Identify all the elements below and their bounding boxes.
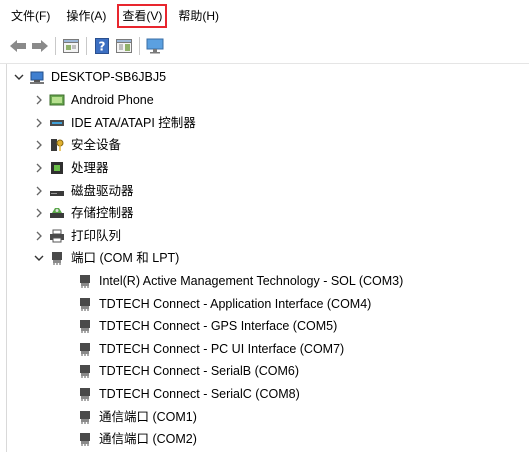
toolbar-separator [139,37,140,55]
tree-port-device[interactable]: 通信端口 (COM1) [77,405,197,428]
category-label: 磁盘驱动器 [71,183,134,198]
chevron-down-icon[interactable] [33,252,45,264]
processor-icon [49,160,65,176]
category-label: 安全设备 [71,138,122,153]
tree-port-device[interactable]: TDTECH Connect - Application Interface (… [77,292,371,315]
properties-icon[interactable] [61,36,81,56]
port-icon [77,386,93,402]
tree-category-ide-controller[interactable]: IDE ATA/ATAPI 控制器 [33,112,196,135]
toolbar: ? [0,34,529,58]
monitor-icon[interactable] [145,36,165,56]
port-label: 通信端口 (COM2) [99,432,197,447]
port-icon [77,409,93,425]
chevron-right-icon[interactable] [33,230,45,242]
chevron-right-icon[interactable] [33,207,45,219]
port-icon [77,363,93,379]
back-arrow-icon[interactable] [8,36,28,56]
tree-port-device[interactable]: 通信端口 (COM2) [77,428,197,451]
console-tree-icon[interactable] [114,36,134,56]
category-label: Android Phone [71,93,154,108]
device-manager-window: 文件(F) 操作(A) 查看(V) 帮助(H) ? DESKTOP-SB6JBJ… [0,0,529,452]
chevron-down-icon[interactable] [13,71,25,83]
menu-action[interactable]: 操作(A) [63,6,109,26]
category-label: IDE ATA/ATAPI 控制器 [71,115,196,130]
tree-category-ports[interactable]: 端口 (COM 和 LPT) [33,247,179,270]
menu-bar: 文件(F) 操作(A) 查看(V) 帮助(H) [0,0,529,32]
tree-port-device[interactable]: TDTECH Connect - GPS Interface (COM5) [77,315,337,338]
toolbar-separator [55,37,56,55]
tree-port-device[interactable]: TDTECH Connect - PC UI Interface (COM7) [77,338,344,361]
storage-controller-icon [49,205,65,221]
toolbar-separator [86,37,87,55]
computer-icon [29,69,45,85]
port-icon [77,318,93,334]
tree-category-disk-drive[interactable]: 磁盘驱动器 [33,179,134,202]
port-icon [77,273,93,289]
tree-category-security-device[interactable]: 安全设备 [33,134,121,157]
tree-category-android-phone[interactable]: Android Phone [33,89,154,112]
chevron-right-icon[interactable] [33,117,45,129]
port-label: TDTECH Connect - SerialC (COM8) [99,387,300,402]
forward-arrow-icon[interactable] [30,36,50,56]
category-label: 处理器 [71,161,109,176]
port-icon [77,341,93,357]
security-device-icon [49,137,65,153]
port-icon [77,296,93,312]
menu-help[interactable]: 帮助(H) [175,6,222,26]
port-label: Intel(R) Active Management Technology - … [99,274,404,289]
port-icon [77,431,93,447]
category-label: 端口 (COM 和 LPT) [71,251,180,266]
chevron-right-icon[interactable] [33,139,45,151]
print-queue-icon [49,228,65,244]
help-icon[interactable]: ? [92,36,112,56]
device-tree: DESKTOP-SB6JBJ5 Android Phone IDE ATA/AT… [6,64,522,452]
menu-view[interactable]: 查看(V) [117,4,168,28]
svg-text:?: ? [99,40,106,54]
tree-port-device[interactable]: TDTECH Connect - SerialB (COM6) [77,360,299,383]
tree-port-device[interactable]: TDTECH Connect - SerialC (COM8) [77,383,300,406]
chevron-right-icon[interactable] [33,185,45,197]
port-label: TDTECH Connect - SerialB (COM6) [99,364,300,379]
android-phone-icon [49,92,65,108]
menu-file[interactable]: 文件(F) [8,6,53,26]
chevron-right-icon[interactable] [33,162,45,174]
computer-name: DESKTOP-SB6JBJ5 [51,70,167,85]
tree-category-print-queue[interactable]: 打印队列 [33,225,121,248]
port-label: TDTECH Connect - GPS Interface (COM5) [99,319,338,334]
ide-controller-icon [49,115,65,131]
disk-drive-icon [49,183,65,199]
category-label: 存储控制器 [71,206,134,221]
tree-root-computer[interactable]: DESKTOP-SB6JBJ5 [13,66,166,89]
tree-port-device[interactable]: Intel(R) Active Management Technology - … [77,270,403,293]
port-label: TDTECH Connect - PC UI Interface (COM7) [99,341,345,356]
chevron-right-icon[interactable] [33,94,45,106]
port-label: 通信端口 (COM1) [99,409,197,424]
port-label: TDTECH Connect - Application Interface (… [99,296,372,311]
tree-category-storage-controller[interactable]: 存储控制器 [33,202,134,225]
port-icon [49,250,65,266]
category-label: 打印队列 [71,228,122,243]
tree-category-processor[interactable]: 处理器 [33,157,109,180]
